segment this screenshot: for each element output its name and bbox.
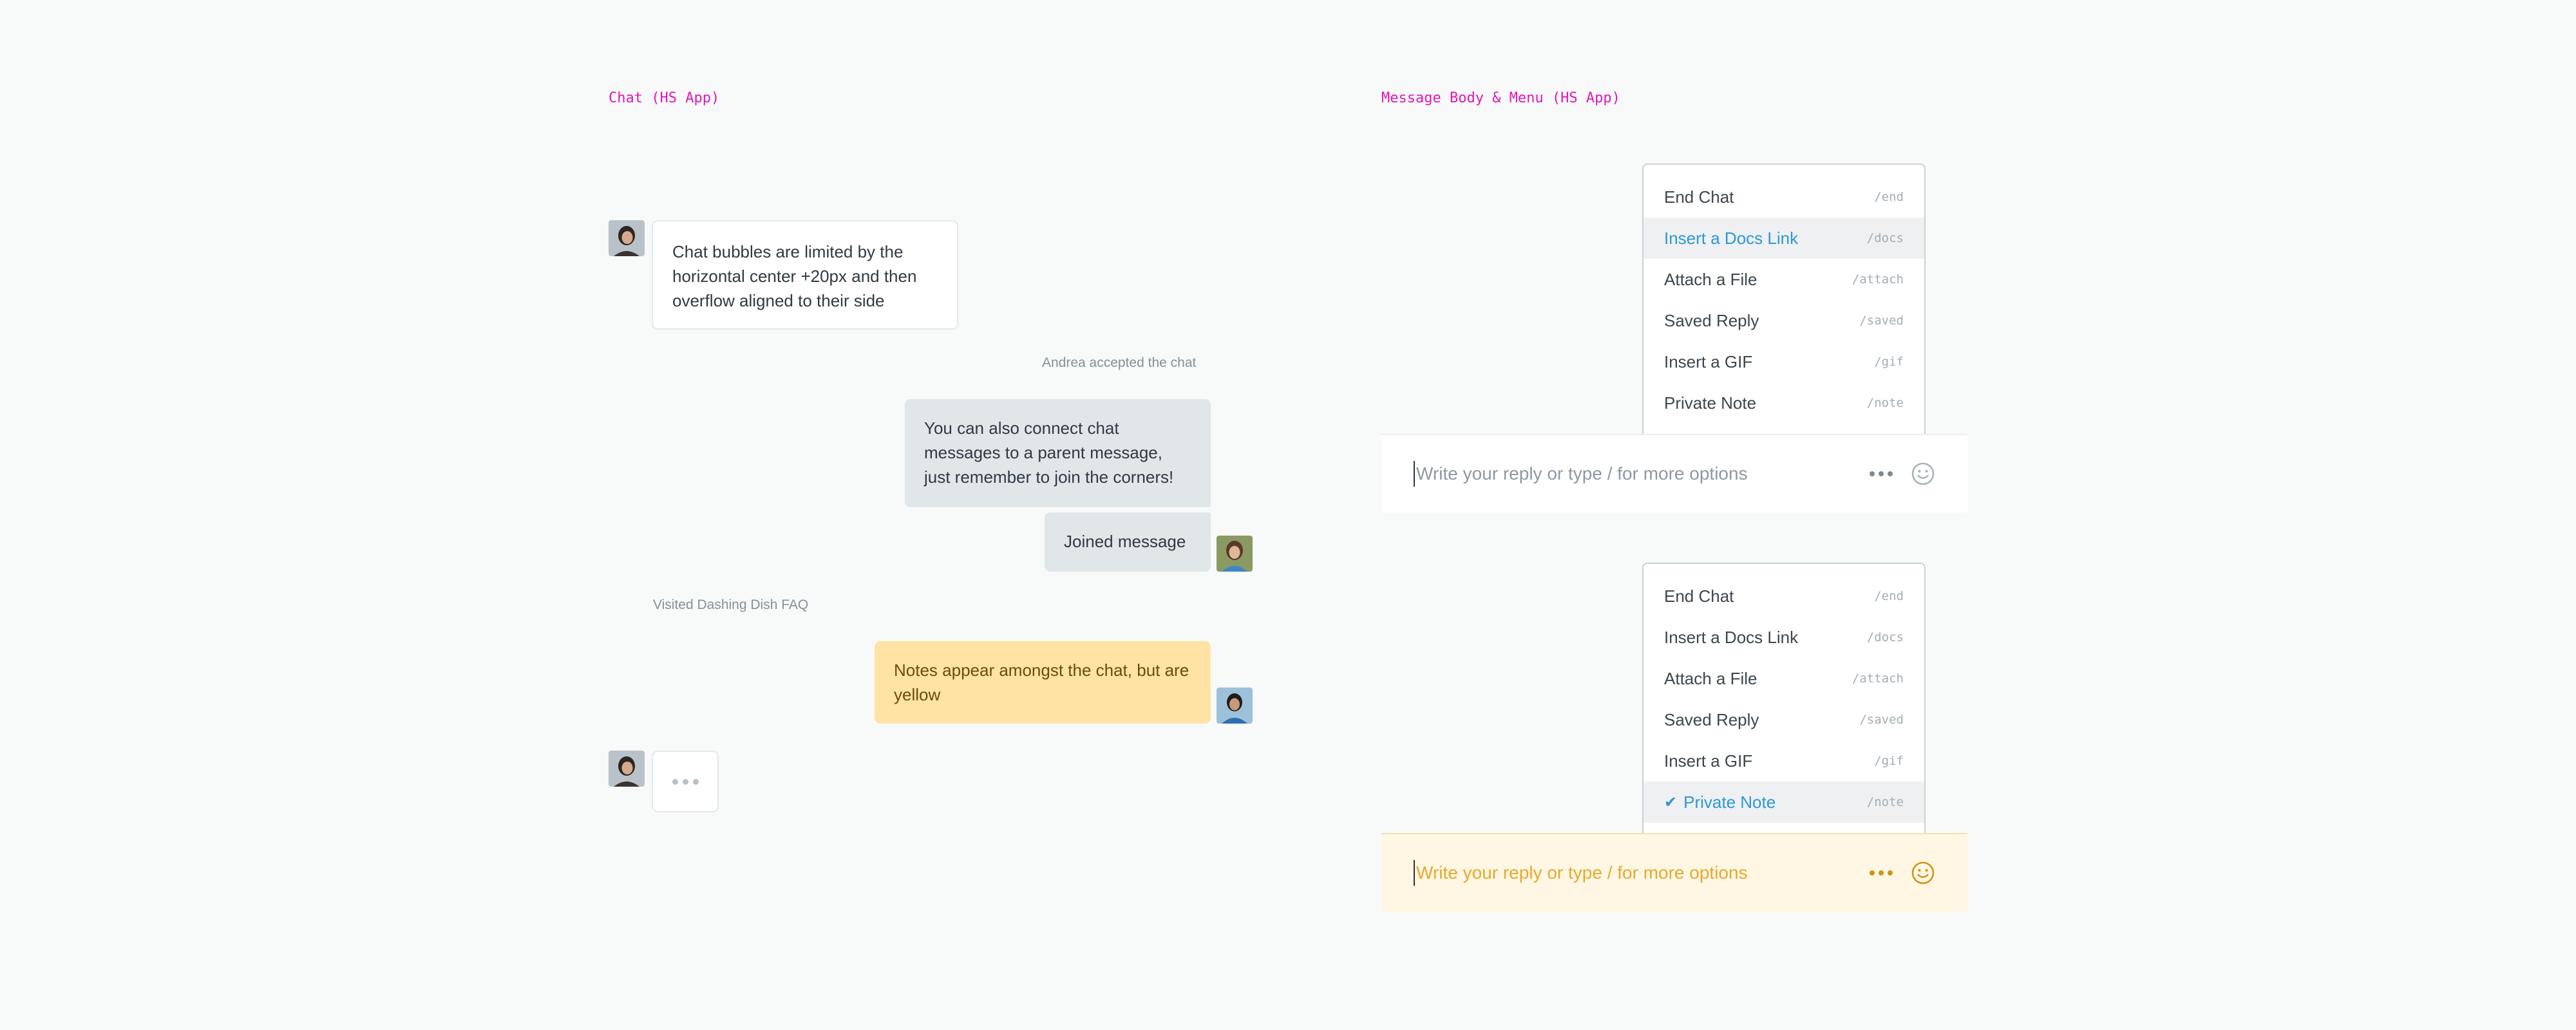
menu-item-attach-file[interactable]: Attach a File/attach	[1643, 259, 1924, 300]
message-body-section-title: Message Body & Menu (HS App)	[1381, 90, 1620, 106]
visited-page-event: Visited Dashing Dish FAQ	[653, 597, 809, 612]
menu-item-insert-gif[interactable]: Insert a GIF/gif	[1643, 341, 1924, 382]
menu-item-insert-docs-link[interactable]: Insert a Docs Link/docs	[1643, 218, 1924, 259]
command-menu-note-selected: End Chat/end Insert a Docs Link/docs Att…	[1642, 563, 1926, 839]
reply-composer-note-mode[interactable]: Write your reply or type / for more opti…	[1381, 833, 1967, 912]
chat-section-title: Chat (HS App)	[609, 90, 720, 106]
reply-input-placeholder[interactable]: Write your reply or type / for more opti…	[1416, 464, 1870, 484]
reply-input-placeholder[interactable]: Write your reply or type / for more opti…	[1416, 863, 1870, 883]
menu-item-attach-file[interactable]: Attach a File/attach	[1643, 658, 1924, 699]
customer-chat-bubble: Chat bubbles are limited by the horizont…	[652, 220, 958, 330]
reply-composer[interactable]: Write your reply or type / for more opti…	[1381, 434, 1967, 512]
emoji-icon[interactable]	[1911, 462, 1935, 486]
private-note-bubble: Notes appear amongst the chat, but are y…	[875, 641, 1211, 724]
menu-item-end-chat[interactable]: End Chat/end	[1643, 176, 1924, 218]
typing-indicator	[652, 751, 719, 812]
customer-avatar	[609, 751, 645, 787]
agent-joined-bubble: Joined message	[1045, 512, 1211, 572]
agent-chat-bubble: You can also connect chat messages to a …	[905, 399, 1211, 507]
menu-item-private-note[interactable]: ✔ Private Note/note	[1643, 782, 1924, 823]
menu-item-saved-reply[interactable]: Saved Reply/saved	[1643, 699, 1924, 740]
customer-avatar	[609, 220, 645, 256]
agent-avatar	[1217, 536, 1253, 572]
more-dots-icon[interactable]	[1870, 471, 1893, 476]
menu-item-end-chat[interactable]: End Chat/end	[1643, 576, 1924, 617]
menu-item-insert-gif[interactable]: Insert a GIF/gif	[1643, 740, 1924, 782]
emoji-icon[interactable]	[1911, 861, 1935, 885]
note-author-avatar	[1217, 688, 1253, 724]
command-menu: End Chat/end Insert a Docs Link/docs Att…	[1642, 164, 1926, 440]
menu-item-insert-docs-link[interactable]: Insert a Docs Link/docs	[1643, 617, 1924, 658]
text-caret	[1414, 860, 1415, 886]
text-caret	[1414, 461, 1415, 487]
menu-item-saved-reply[interactable]: Saved Reply/saved	[1643, 300, 1924, 341]
menu-item-private-note[interactable]: Private Note/note	[1643, 382, 1924, 424]
checkmark-icon: ✔	[1664, 793, 1678, 811]
chat-accepted-event: Andrea accepted the chat	[1042, 355, 1197, 370]
more-dots-icon[interactable]	[1870, 870, 1893, 876]
